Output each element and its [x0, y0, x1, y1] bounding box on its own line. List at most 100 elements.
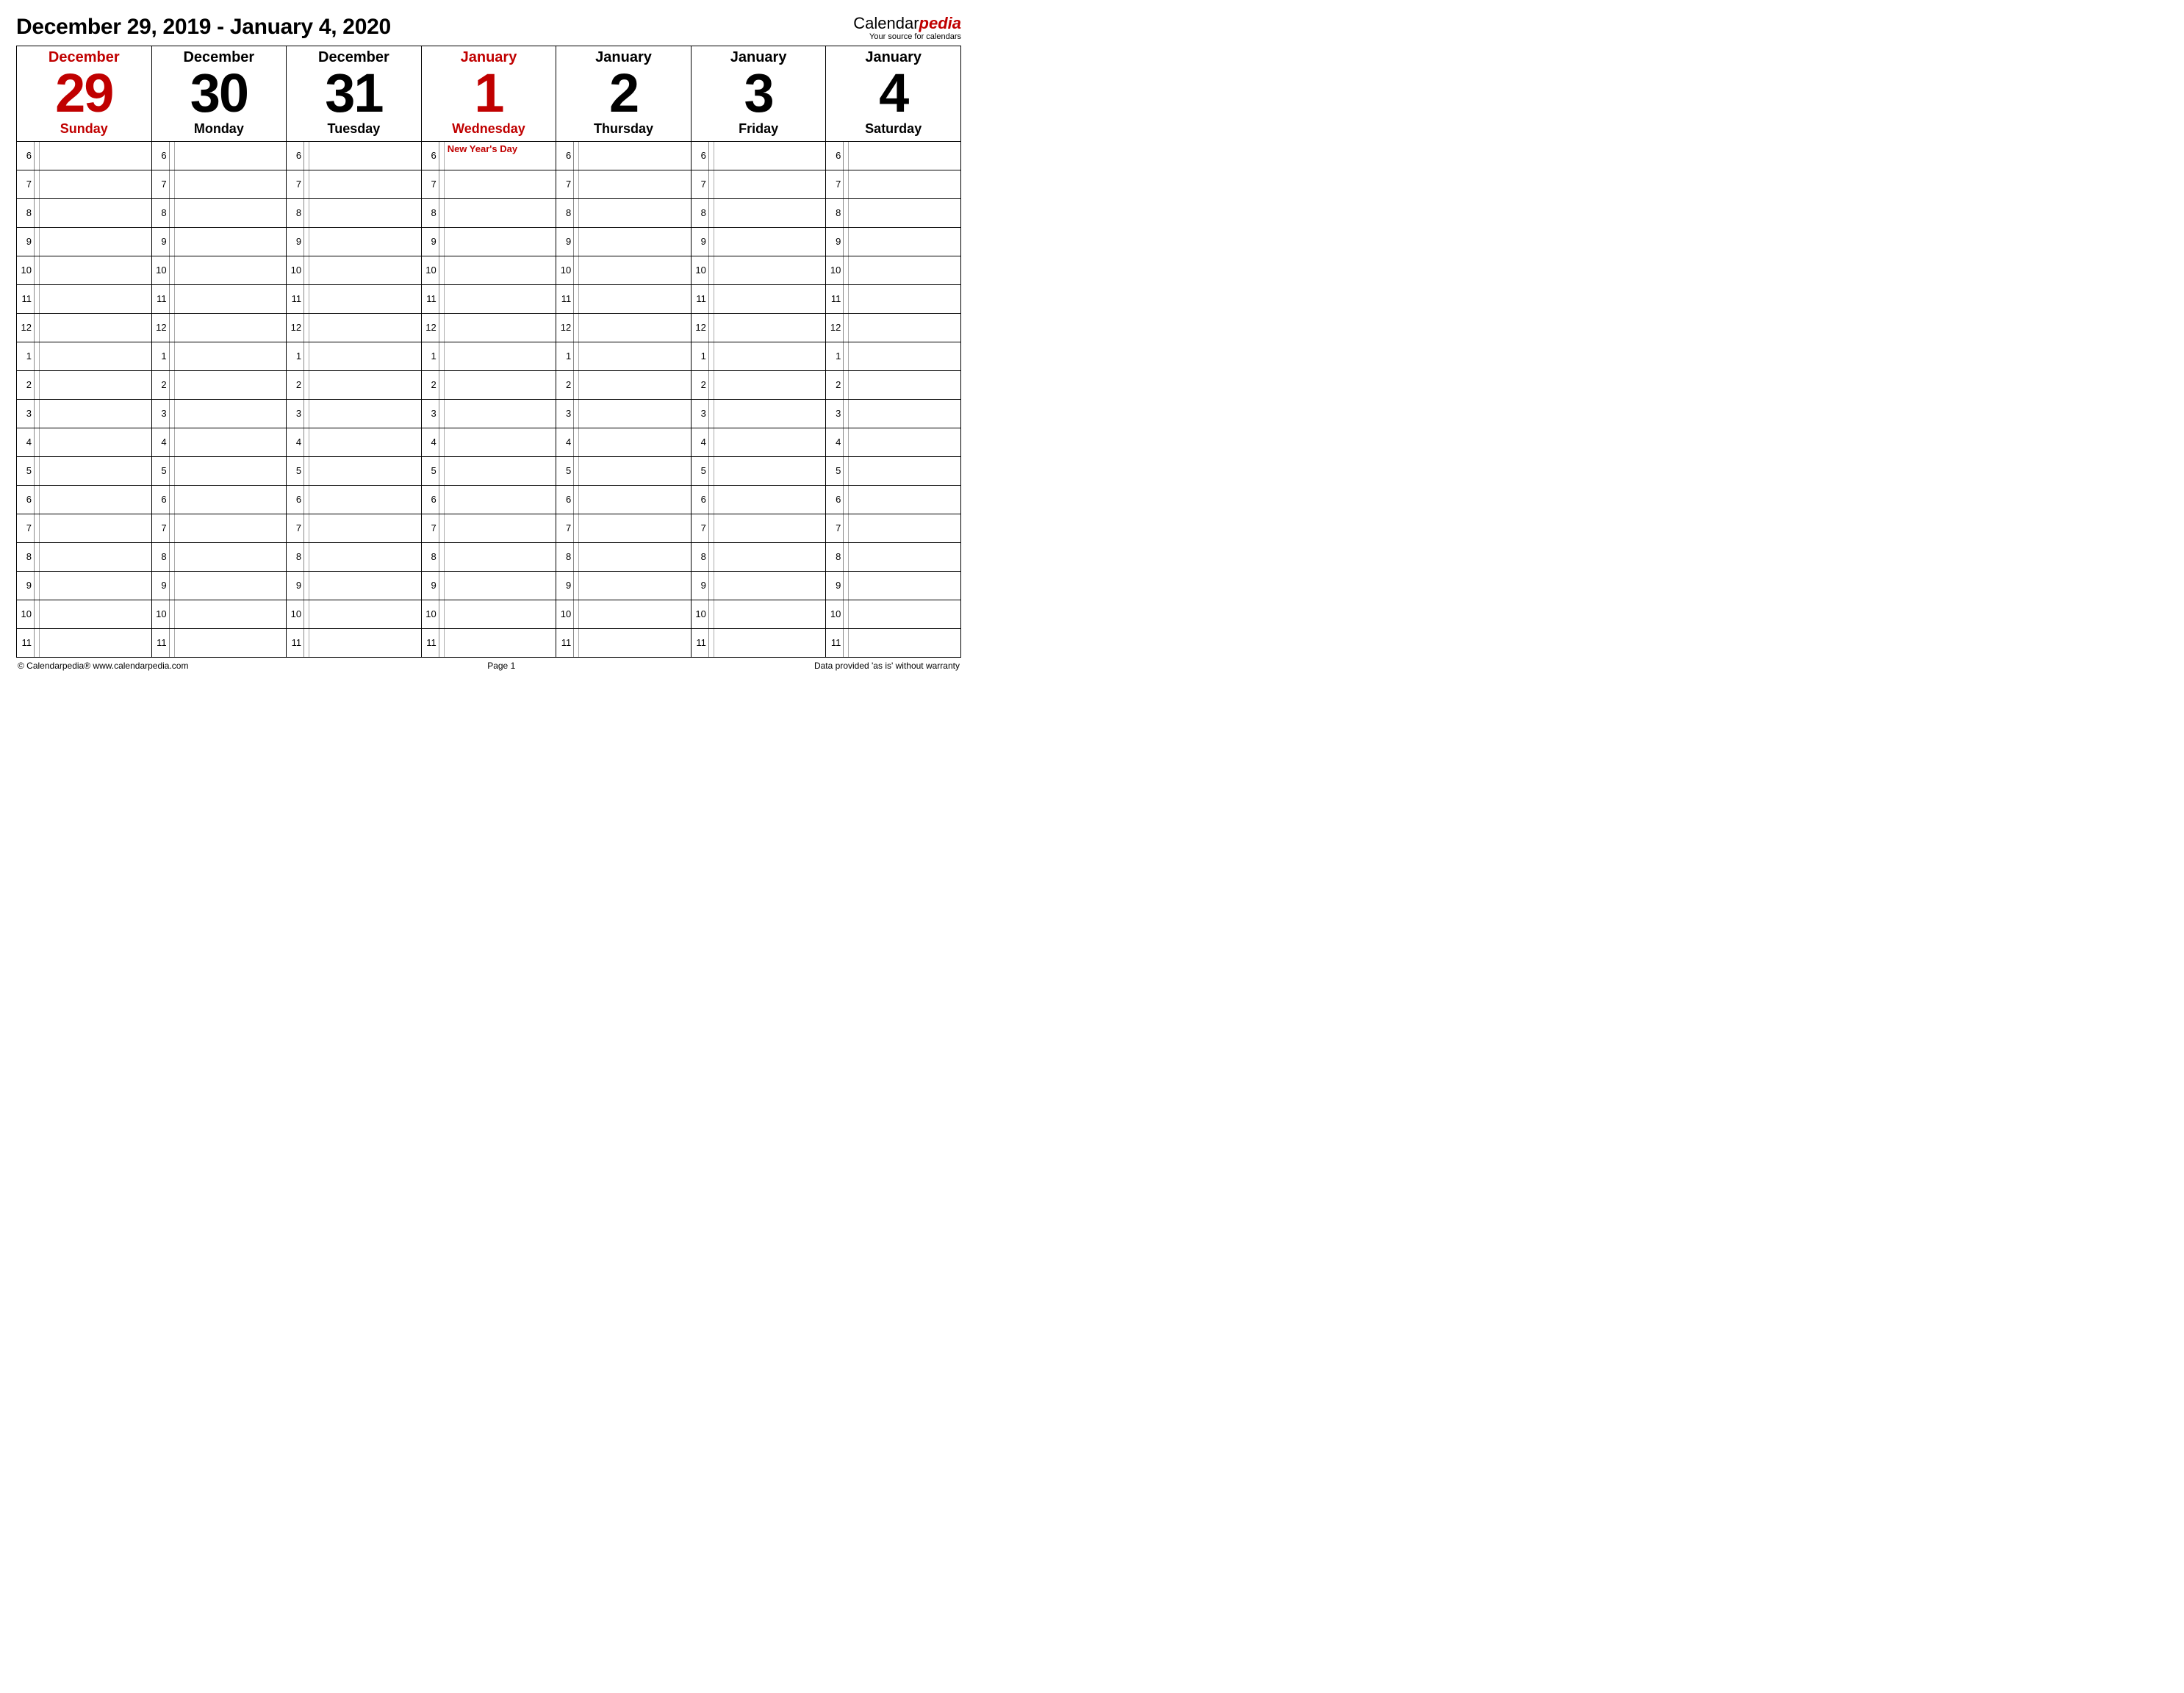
- hour-event: [445, 572, 556, 600]
- half-hour-divider: [574, 543, 579, 571]
- hour-label: 2: [692, 371, 709, 399]
- hour-cell: 7: [691, 514, 826, 542]
- hour-label: 4: [556, 428, 574, 456]
- hour-event: [714, 543, 826, 571]
- half-hour-divider: [304, 170, 309, 198]
- half-hour-divider: [35, 486, 40, 514]
- hour-event: [445, 285, 556, 313]
- hour-cell: 9: [287, 227, 422, 256]
- hour-label: 9: [17, 572, 35, 600]
- hour-cell: 4: [421, 428, 556, 456]
- hour-label: 11: [17, 629, 35, 657]
- hour-cell: 9: [691, 571, 826, 600]
- half-hour-divider: [709, 199, 714, 227]
- day-header: January1Wednesday: [421, 46, 556, 141]
- hour-cell: 11: [826, 284, 961, 313]
- hour-event: [579, 486, 691, 514]
- hour-label: 3: [826, 400, 844, 428]
- hour-label: 8: [17, 199, 35, 227]
- hour-label: 5: [826, 457, 844, 485]
- hour-label: 2: [826, 371, 844, 399]
- day-of-week: Thursday: [558, 121, 689, 137]
- hour-label: 11: [152, 285, 170, 313]
- half-hour-divider: [35, 457, 40, 485]
- hour-event: [175, 629, 287, 657]
- hour-cell: 7: [556, 170, 692, 198]
- hour-label: 1: [422, 342, 439, 370]
- hour-cell: 12: [556, 313, 692, 342]
- half-hour-divider: [844, 199, 849, 227]
- hour-label: 4: [826, 428, 844, 456]
- hour-label: 5: [556, 457, 574, 485]
- hour-label: 1: [826, 342, 844, 370]
- hour-cell: 11: [151, 284, 287, 313]
- hour-event: [714, 314, 826, 342]
- hour-cell: 5: [691, 456, 826, 485]
- hour-event: [849, 486, 960, 514]
- day-of-week: Saturday: [827, 121, 959, 137]
- hour-label: 9: [826, 572, 844, 600]
- brand-suffix: pedia: [919, 14, 961, 32]
- half-hour-divider: [170, 228, 175, 256]
- half-hour-divider: [35, 600, 40, 628]
- hour-event: [445, 170, 556, 198]
- brand-prefix: Calendar: [853, 14, 919, 32]
- hour-label: 7: [17, 514, 35, 542]
- half-hour-divider: [709, 543, 714, 571]
- hour-cell: 1: [556, 342, 692, 370]
- half-hour-divider: [709, 428, 714, 456]
- hour-label: 11: [422, 629, 439, 657]
- half-hour-divider: [304, 428, 309, 456]
- hour-label: 10: [556, 256, 574, 284]
- half-hour-divider: [439, 342, 445, 370]
- half-hour-divider: [304, 342, 309, 370]
- half-hour-divider: [844, 428, 849, 456]
- half-hour-divider: [304, 199, 309, 227]
- hour-label: 11: [17, 285, 35, 313]
- half-hour-divider: [574, 486, 579, 514]
- hour-cell: 6: [556, 485, 692, 514]
- half-hour-divider: [844, 371, 849, 399]
- footer-left: © Calendarpedia® www.calendarpedia.com: [18, 661, 188, 671]
- hour-event: [849, 600, 960, 628]
- hour-cell: 10: [421, 256, 556, 284]
- hour-event: [714, 572, 826, 600]
- hour-cell: 8: [287, 542, 422, 571]
- hour-cell: 10: [556, 256, 692, 284]
- hour-label: 9: [692, 228, 709, 256]
- half-hour-divider: [709, 486, 714, 514]
- hour-label: 5: [152, 457, 170, 485]
- hour-cell: 3: [17, 399, 152, 428]
- half-hour-divider: [35, 543, 40, 571]
- hour-label: 11: [692, 629, 709, 657]
- hour-event: [40, 400, 151, 428]
- half-hour-divider: [439, 543, 445, 571]
- hour-cell: 1: [691, 342, 826, 370]
- half-hour-divider: [170, 199, 175, 227]
- hour-cell: 8: [421, 542, 556, 571]
- hour-event: [579, 228, 691, 256]
- day-of-week: Monday: [154, 121, 285, 137]
- hour-cell: 10: [151, 256, 287, 284]
- brand-block: Calendarpedia Your source for calendars: [853, 15, 961, 41]
- hour-cell: 9: [287, 571, 422, 600]
- hour-cell: 3: [421, 399, 556, 428]
- hour-label: 9: [692, 572, 709, 600]
- hour-cell: 1: [151, 342, 287, 370]
- day-header: December31Tuesday: [287, 46, 422, 141]
- hour-label: 6: [17, 486, 35, 514]
- hour-event: [175, 142, 287, 170]
- hour-cell: 7: [421, 514, 556, 542]
- hour-cell: 12: [826, 313, 961, 342]
- hour-event: [40, 428, 151, 456]
- half-hour-divider: [35, 400, 40, 428]
- hour-event: [40, 371, 151, 399]
- hour-label: 11: [287, 629, 304, 657]
- hour-label: 10: [152, 256, 170, 284]
- hour-cell: 4: [17, 428, 152, 456]
- hour-cell: 7: [826, 170, 961, 198]
- hour-event: [714, 170, 826, 198]
- half-hour-divider: [304, 400, 309, 428]
- hour-cell: 10: [556, 600, 692, 628]
- half-hour-divider: [844, 572, 849, 600]
